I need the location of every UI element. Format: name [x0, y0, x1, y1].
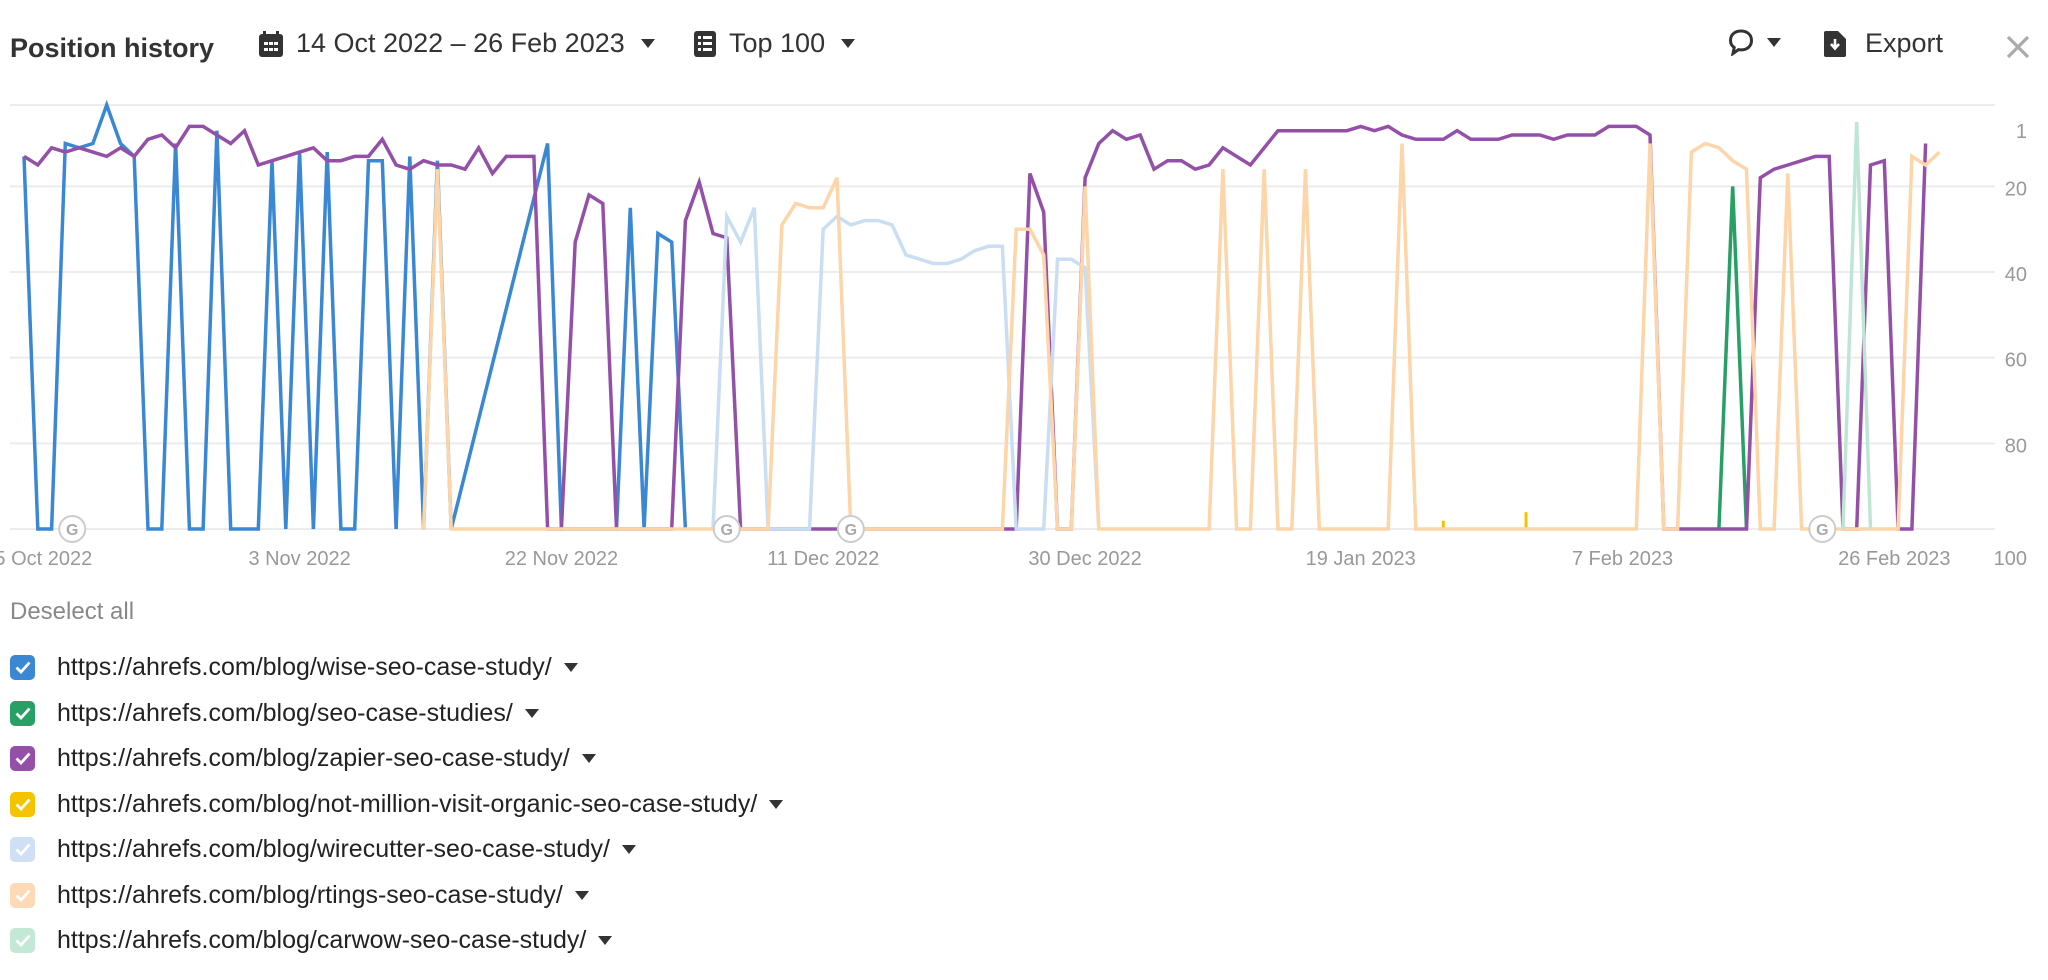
comment-icon [1727, 28, 1755, 56]
legend-url: https://ahrefs.com/blog/rtings-seo-case-… [57, 880, 563, 909]
y-tick-label: 100 [1994, 548, 2027, 570]
google-update-marker: G [836, 515, 865, 543]
top-filter-label: Top 100 [729, 28, 826, 58]
google-icon-glyph: G [845, 522, 857, 539]
legend-url: https://ahrefs.com/blog/not-million-visi… [57, 789, 758, 818]
deselect-all-button[interactable]: Deselect all [10, 598, 134, 626]
google-icon-glyph: G [1816, 522, 1828, 539]
x-tick-label: 26 Feb 2023 [1838, 548, 1950, 570]
table-list-icon [693, 30, 717, 58]
chevron-down-icon [841, 39, 856, 48]
y-axis-ticks: 1 20 40 60 80 100 [1994, 121, 2027, 570]
calendar-icon [258, 30, 284, 58]
check-icon [15, 934, 31, 948]
google-icon-glyph: G [721, 522, 733, 539]
chevron-down-icon [640, 39, 655, 48]
x-tick-label: 22 Nov 2022 [505, 548, 618, 570]
series-checkbox[interactable] [10, 700, 35, 726]
check-icon [15, 752, 31, 766]
legend-item[interactable]: https://ahrefs.com/blog/wise-seo-case-st… [10, 645, 783, 691]
series-path [22, 100, 688, 531]
chevron-down-icon[interactable] [598, 936, 613, 946]
chart-series [22, 100, 1941, 531]
chevron-down-icon[interactable] [574, 890, 589, 900]
y-tick-label: 40 [2005, 264, 2027, 286]
series-checkbox[interactable] [10, 928, 35, 954]
series-line [22, 100, 688, 531]
google-update-marker: G [712, 515, 741, 543]
legend-item[interactable]: https://ahrefs.com/blog/wirecutter-seo-c… [10, 827, 783, 873]
series-line [1441, 512, 1528, 529]
panel-header: Position history 14 Oct 2022 – 26 Feb 20… [0, 0, 2048, 100]
series-checkbox[interactable] [10, 791, 35, 817]
x-tick-label: 30 Dec 2022 [1028, 548, 1141, 570]
close-button[interactable] [2003, 32, 2033, 62]
series-checkbox[interactable] [10, 655, 35, 681]
chevron-down-icon[interactable] [622, 845, 637, 855]
position-history-chart: G G G G 15 Oct 2022 3 Nov 2022 22 Nov 2022 11 … [0, 100, 2027, 570]
legend-url: https://ahrefs.com/blog/zapier-seo-case-… [57, 744, 570, 773]
google-update-marker: G [1808, 515, 1837, 543]
series-checkbox[interactable] [10, 882, 35, 908]
legend-url: https://ahrefs.com/blog/seo-case-studies… [57, 698, 513, 727]
chevron-down-icon[interactable] [581, 754, 596, 764]
legend-item[interactable]: https://ahrefs.com/blog/rtings-seo-case-… [10, 873, 783, 919]
x-tick-label: 11 Dec 2022 [767, 548, 879, 570]
chevron-down-icon[interactable] [563, 663, 578, 673]
x-tick-label: 19 Jan 2023 [1306, 548, 1416, 570]
top-filter-dropdown[interactable]: Top 100 [693, 28, 856, 59]
check-icon [15, 661, 31, 675]
date-range-dropdown[interactable]: 14 Oct 2022 – 26 Feb 2023 [258, 28, 655, 59]
x-tick-label: 7 Feb 2023 [1572, 548, 1673, 570]
google-update-marker: G [58, 515, 87, 543]
legend-url: https://ahrefs.com/blog/carwow-seo-case-… [57, 926, 587, 955]
legend-url: https://ahrefs.com/blog/wise-seo-case-st… [57, 653, 552, 682]
series-legend: https://ahrefs.com/blog/wise-seo-case-st… [10, 645, 784, 964]
check-icon [15, 843, 31, 857]
chevron-down-icon[interactable] [769, 799, 784, 809]
annotations-dropdown[interactable] [1727, 28, 1781, 56]
x-tick-label: 3 Nov 2022 [248, 548, 350, 570]
close-icon [2006, 35, 2030, 59]
x-tick-label: 15 Oct 2022 [0, 548, 92, 570]
legend-item[interactable]: https://ahrefs.com/blog/not-million-visi… [10, 782, 784, 828]
legend-item[interactable]: https://ahrefs.com/blog/carwow-seo-case-… [10, 918, 783, 964]
chevron-down-icon[interactable] [524, 708, 539, 718]
series-checkbox[interactable] [10, 837, 35, 863]
y-tick-label: 20 [2005, 178, 2027, 200]
y-tick-label: 60 [2005, 350, 2027, 372]
legend-item[interactable]: https://ahrefs.com/blog/seo-case-studies… [10, 691, 783, 737]
legend-item[interactable]: https://ahrefs.com/blog/zapier-seo-case-… [10, 736, 783, 782]
legend-url: https://ahrefs.com/blog/wirecutter-seo-c… [57, 835, 611, 864]
series-path [421, 141, 1941, 531]
y-tick-label: 1 [2016, 121, 2027, 143]
series-path [1841, 122, 1873, 530]
export-label: Export [1865, 28, 1944, 58]
chevron-down-icon [1767, 37, 1781, 47]
series-line [421, 141, 1941, 531]
file-download-icon [1823, 30, 1847, 58]
x-axis-ticks: 15 Oct 2022 3 Nov 2022 22 Nov 2022 11 Dec 2… [0, 548, 1950, 570]
check-icon [15, 798, 31, 811]
check-icon [15, 889, 31, 902]
panel-title: Position history [10, 33, 215, 63]
export-button[interactable]: Export [1823, 28, 1943, 59]
google-icon-glyph: G [66, 522, 78, 539]
date-range-label: 14 Oct 2022 – 26 Feb 2023 [296, 28, 625, 58]
check-icon [15, 707, 31, 720]
series-line [1841, 122, 1873, 530]
y-tick-label: 80 [2005, 435, 2027, 457]
series-checkbox[interactable] [10, 746, 35, 772]
chart-grid [10, 104, 1995, 530]
